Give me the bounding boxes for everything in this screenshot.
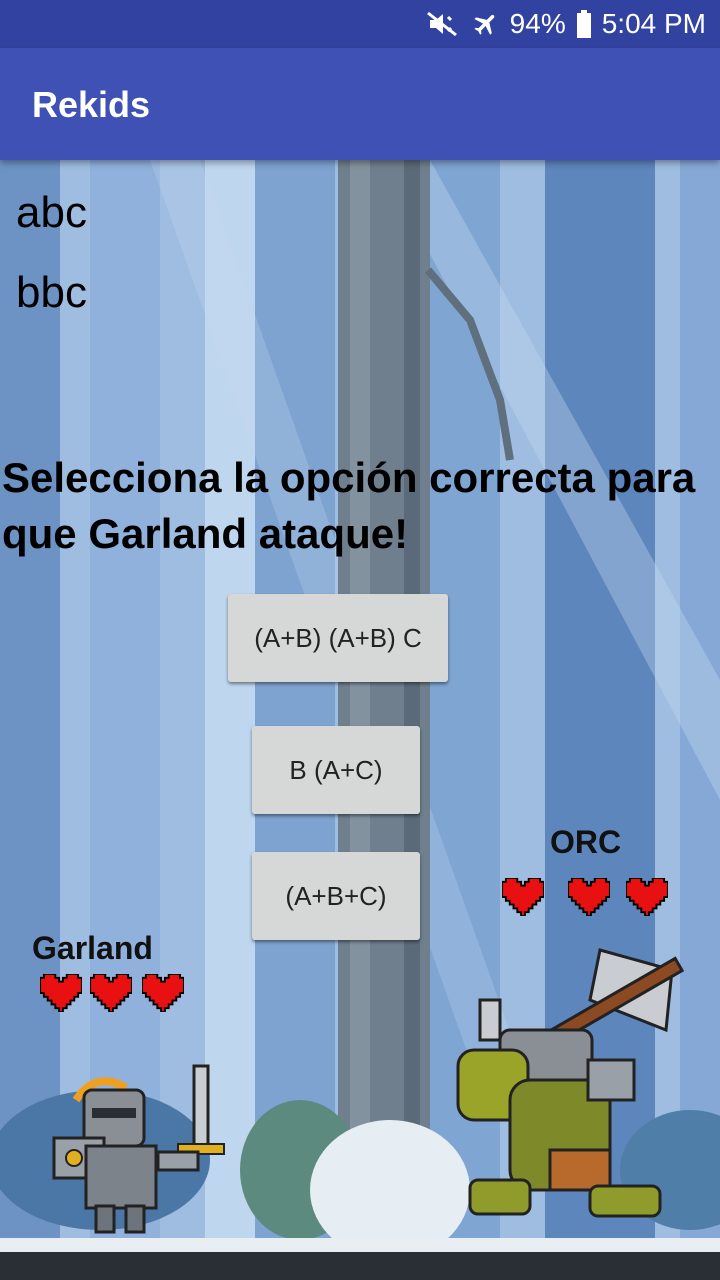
option-1-button[interactable]: (A+B) (A+B) C	[228, 594, 448, 682]
status-bar: 94% 5:04 PM	[0, 0, 720, 48]
heart-icon	[90, 974, 132, 1012]
option-3-button[interactable]: (A+B+C)	[252, 852, 420, 940]
option-2-button[interactable]: B (A+C)	[252, 726, 420, 814]
mute-icon	[426, 11, 457, 37]
battery-percent: 94%	[509, 8, 566, 39]
heart-icon	[568, 878, 610, 916]
label-abc: abc	[16, 188, 87, 237]
enemy-name: ORC	[550, 824, 622, 860]
clock: 5:04 PM	[601, 8, 706, 39]
game-scene: abc bbc Selecciona la opción correcta pa…	[0, 160, 720, 1280]
question-text: Selecciona la opción correcta para que G…	[2, 454, 696, 557]
heart-icon	[142, 974, 184, 1012]
app-title: Rekids	[32, 84, 151, 125]
heart-icon	[502, 878, 544, 916]
heart-icon	[626, 878, 668, 916]
orc-sprite	[456, 948, 685, 1218]
label-bbc: bbc	[16, 268, 87, 317]
player-name: Garland	[32, 930, 153, 966]
airplane-icon	[474, 14, 495, 35]
knight-sprite	[52, 1064, 225, 1234]
battery-icon	[576, 10, 591, 38]
app-bar: Rekids	[0, 48, 720, 160]
heart-icon	[40, 974, 82, 1012]
